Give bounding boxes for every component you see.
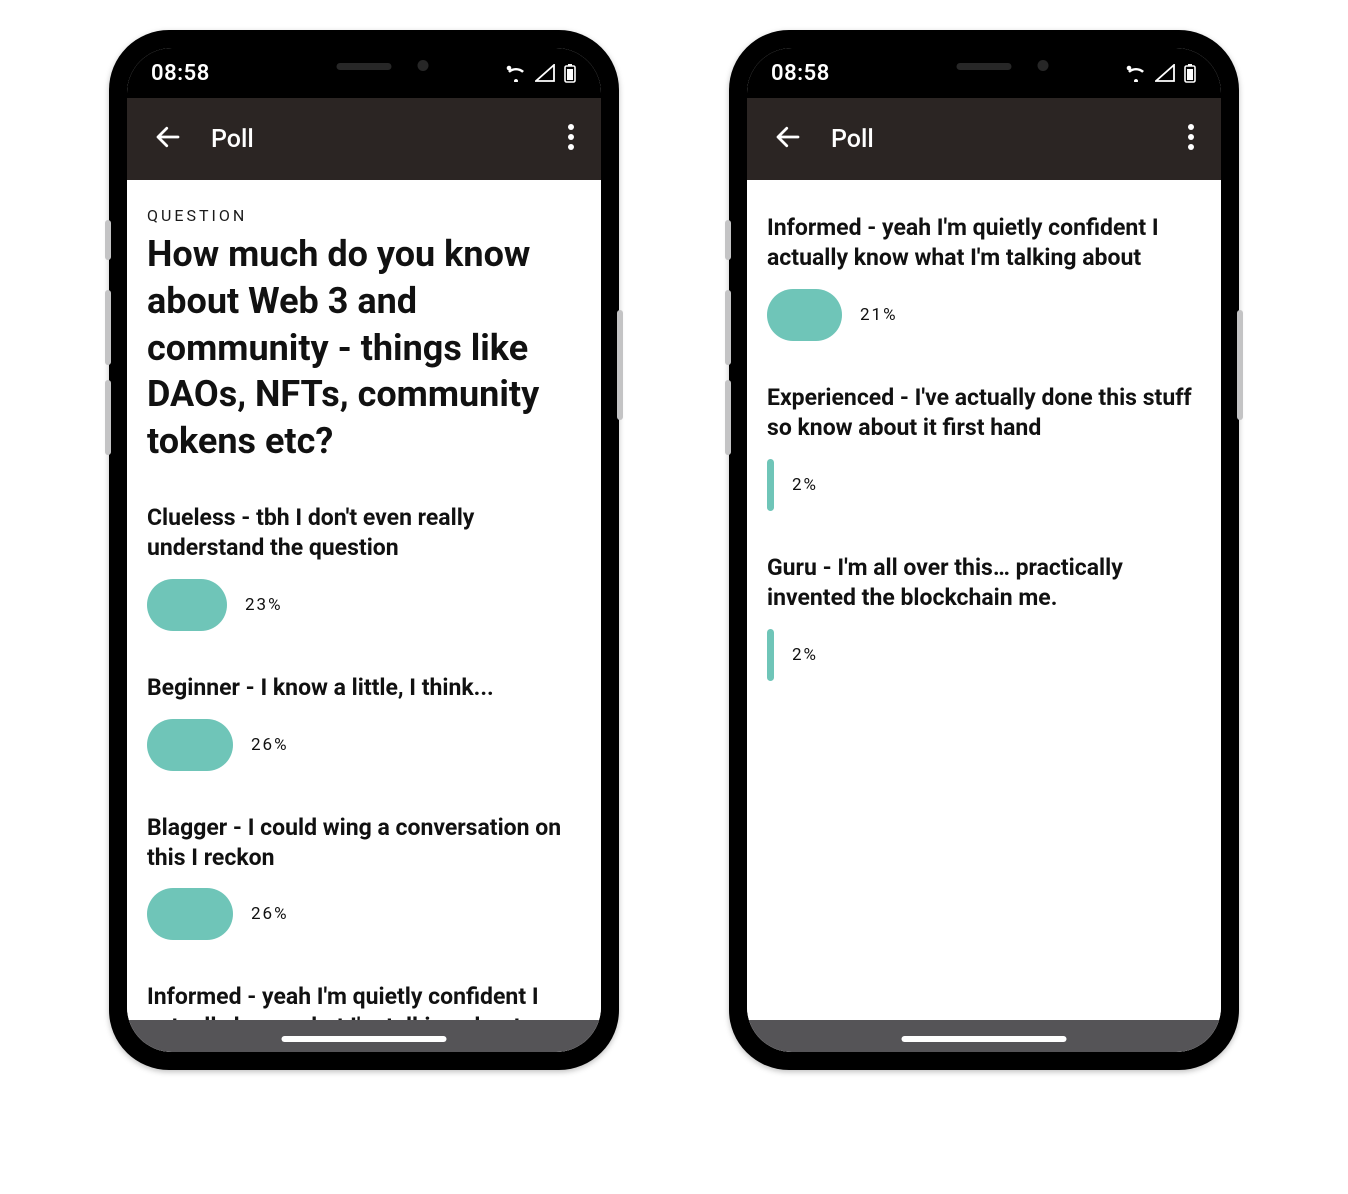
back-button[interactable] (765, 114, 811, 164)
phone-mockup-left: 08:58 Poll QUESTION How much do you know… (109, 30, 619, 1070)
poll-option[interactable]: Informed - yeah I'm quietly confident I … (767, 213, 1201, 341)
screen: 08:58 Poll QUESTION How much do you know… (747, 48, 1221, 1052)
arrow-left-icon (773, 122, 803, 152)
appbar-title: Poll (211, 125, 254, 154)
phone-mockup-right: 08:58 Poll QUESTION How much do you know… (729, 30, 1239, 1070)
question-text: How much do you know about Web 3 and com… (147, 231, 581, 465)
notch (872, 48, 1097, 84)
option-bar (767, 629, 774, 681)
notch (252, 48, 477, 84)
option-percent: 2% (792, 645, 818, 665)
signal-icon (1155, 64, 1175, 82)
side-button (725, 290, 731, 365)
speaker (957, 63, 1012, 70)
more-button[interactable] (559, 115, 583, 163)
status-icons (1125, 63, 1197, 83)
option-label: Beginner - I know a little, I think... (147, 673, 581, 703)
arrow-left-icon (153, 122, 183, 152)
side-button (725, 380, 731, 455)
option-bar (147, 719, 233, 771)
signal-icon (535, 64, 555, 82)
more-button[interactable] (1179, 115, 1203, 163)
poll-option[interactable]: Clueless - tbh I don't even really under… (147, 503, 581, 631)
poll-option[interactable]: Blagger - I could wing a conversation on… (147, 813, 581, 941)
battery-icon (1183, 63, 1197, 83)
wifi-icon (505, 64, 527, 82)
side-button (725, 220, 731, 260)
more-vert-icon (567, 123, 575, 151)
option-label: Guru - I'm all over this… practically in… (767, 553, 1201, 613)
option-label: Experienced - I've actually done this st… (767, 383, 1201, 443)
option-label: Informed - yeah I'm quietly confident I … (767, 213, 1201, 273)
side-button (105, 290, 111, 365)
home-indicator[interactable] (902, 1036, 1067, 1042)
poll-option[interactable]: Beginner - I know a little, I think... 2… (147, 673, 581, 771)
option-percent: 26% (251, 735, 289, 755)
more-vert-icon (1187, 123, 1195, 151)
question-label: QUESTION (147, 206, 581, 225)
option-percent: 21% (860, 305, 898, 325)
side-button (617, 310, 623, 420)
poll-option[interactable]: Experienced - I've actually done this st… (767, 383, 1201, 511)
option-percent: 26% (251, 904, 289, 924)
options-list: Clueless - tbh I don't even really under… (147, 503, 581, 1052)
screen: 08:58 Poll QUESTION How much do you know… (127, 48, 601, 1052)
option-label: Clueless - tbh I don't even really under… (147, 503, 581, 563)
status-icons (505, 63, 577, 83)
appbar-title: Poll (831, 125, 874, 154)
option-percent: 23% (245, 595, 283, 615)
app-bar: Poll (127, 98, 601, 180)
app-bar: Poll (747, 98, 1221, 180)
poll-content[interactable]: QUESTION How much do you know about Web … (127, 180, 601, 1052)
option-percent: 2% (792, 475, 818, 495)
options-list: Clueless - tbh I don't even really under… (767, 180, 1201, 681)
poll-option[interactable]: Guru - I'm all over this… practically in… (767, 553, 1201, 681)
status-time: 08:58 (771, 61, 830, 86)
option-label: Blagger - I could wing a conversation on… (147, 813, 581, 873)
poll-content[interactable]: QUESTION How much do you know about Web … (747, 180, 1221, 1052)
side-button (105, 220, 111, 260)
side-button (1237, 310, 1243, 420)
option-bar (767, 459, 774, 511)
battery-icon (563, 63, 577, 83)
option-bar (147, 579, 227, 631)
back-button[interactable] (145, 114, 191, 164)
option-bar (147, 888, 233, 940)
front-camera (1038, 60, 1049, 71)
speaker (337, 63, 392, 70)
side-button (105, 380, 111, 455)
wifi-icon (1125, 64, 1147, 82)
option-bar (767, 289, 842, 341)
home-indicator[interactable] (282, 1036, 447, 1042)
status-time: 08:58 (151, 61, 210, 86)
front-camera (418, 60, 429, 71)
